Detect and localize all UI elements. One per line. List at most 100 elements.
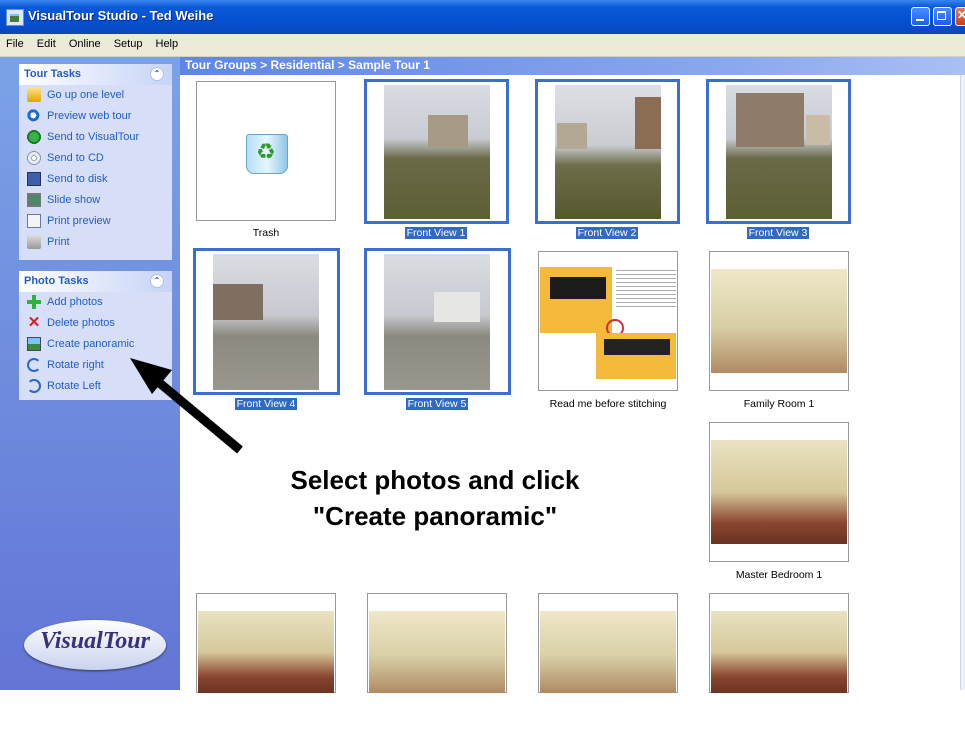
breadcrumb: Tour Groups > Residential > Sample Tour … xyxy=(185,58,430,72)
caption-front-view-3: Front View 3 xyxy=(746,227,810,239)
family-room-1-photo xyxy=(711,269,847,373)
task-preview-web-tour[interactable]: Preview web tour xyxy=(19,106,172,127)
room-c-photo xyxy=(540,611,676,693)
room-b-photo xyxy=(369,611,505,693)
disk-icon xyxy=(27,172,41,186)
up-folder-icon xyxy=(27,88,41,102)
thumbnail-family-room-1[interactable] xyxy=(709,251,849,391)
task-label: Send to CD xyxy=(47,152,104,164)
task-print[interactable]: Print xyxy=(19,232,172,253)
window-title: VisualTour Studio - Ted Weihe xyxy=(28,8,214,23)
front-view-2-photo xyxy=(555,85,661,219)
instruction-annotation: Select photos and click "Create panorami… xyxy=(230,462,640,534)
slideshow-icon xyxy=(27,193,41,207)
thumbnail-front-view-2[interactable] xyxy=(535,79,680,224)
readme-screenshot xyxy=(540,253,676,389)
thumbnail-master-bedroom-1[interactable] xyxy=(709,422,849,562)
collapse-chevron-icon[interactable]: ⌃ xyxy=(150,67,164,81)
print-preview-icon xyxy=(27,214,41,228)
annotation-line-2: "Create panoramic" xyxy=(312,501,558,531)
plus-icon xyxy=(27,295,41,309)
panorama-icon xyxy=(27,337,41,351)
menu-file[interactable]: File xyxy=(0,34,28,50)
thumbnail-room-d[interactable] xyxy=(709,593,849,693)
menu-help[interactable]: Help xyxy=(150,34,183,50)
vertical-scrollbar[interactable] xyxy=(960,75,965,690)
app-icon[interactable] xyxy=(6,9,24,26)
photo-grid: Trash Front View 1 Front View 2 Front Vi… xyxy=(180,75,960,693)
front-view-5-photo xyxy=(384,254,490,390)
title-bar: VisualTour Studio - Ted Weihe xyxy=(0,0,965,34)
logo-subtext: STUDIO 5 xyxy=(21,713,169,728)
thumbnail-front-view-3[interactable] xyxy=(706,79,851,224)
thumbnail-front-view-1[interactable] xyxy=(364,79,509,224)
task-label: Send to VisualTour xyxy=(47,131,140,143)
task-create-panoramic[interactable]: Create panoramic xyxy=(19,334,172,355)
task-print-preview[interactable]: Print preview xyxy=(19,211,172,232)
menu-setup[interactable]: Setup xyxy=(108,34,147,50)
task-sidebar: Tour Tasks ⌃ Go up one level Preview web… xyxy=(0,57,180,728)
caption-front-view-5: Front View 5 xyxy=(405,398,469,410)
thumbnail-front-view-5[interactable] xyxy=(364,248,511,395)
task-rotate-right[interactable]: Rotate right xyxy=(19,355,172,376)
tour-tasks-panel: Tour Tasks ⌃ Go up one level Preview web… xyxy=(19,64,172,260)
cd-icon xyxy=(27,151,41,165)
task-delete-photos[interactable]: ✕ Delete photos xyxy=(19,313,172,334)
task-label: Delete photos xyxy=(47,317,115,329)
photo-tasks-title: Photo Tasks xyxy=(24,275,89,287)
collapse-chevron-icon[interactable]: ⌃ xyxy=(150,274,164,288)
caption-front-view-4: Front View 4 xyxy=(234,398,298,410)
minimize-button[interactable] xyxy=(911,7,930,26)
task-label: Go up one level xyxy=(47,89,125,101)
task-label: Rotate right xyxy=(47,359,104,371)
close-button[interactable] xyxy=(955,7,965,26)
thumbnail-front-view-4[interactable] xyxy=(193,248,340,395)
rotate-right-icon xyxy=(27,358,41,372)
menu-edit[interactable]: Edit xyxy=(31,34,60,50)
photo-tasks-panel: Photo Tasks ⌃ Add photos ✕ Delete photos … xyxy=(19,271,172,400)
room-d-photo xyxy=(711,611,847,693)
task-add-photos[interactable]: Add photos xyxy=(19,292,172,313)
caption-front-view-2: Front View 2 xyxy=(575,227,639,239)
tour-tasks-title: Tour Tasks xyxy=(24,68,82,80)
caption-trash: Trash xyxy=(252,227,280,239)
menu-online[interactable]: Online xyxy=(63,34,105,50)
printer-icon xyxy=(27,235,41,249)
thumbnail-room-c[interactable] xyxy=(538,593,678,693)
rotate-left-icon xyxy=(27,379,41,393)
task-label: Create panoramic xyxy=(47,338,135,350)
task-label: Rotate Left xyxy=(47,380,101,392)
thumbnail-room-b[interactable] xyxy=(367,593,507,693)
visualtour-logo: VisualTour STUDIO 5 xyxy=(20,617,170,737)
task-label: Slide show xyxy=(47,194,101,206)
caption-family-room-1: Family Room 1 xyxy=(743,398,815,410)
task-label: Print xyxy=(47,236,70,248)
caption-front-view-1: Front View 1 xyxy=(404,227,468,239)
thumbnail-room-a[interactable] xyxy=(196,593,336,693)
task-send-to-cd[interactable]: Send to CD xyxy=(19,148,172,169)
task-label: Preview web tour xyxy=(47,110,132,122)
tour-tasks-header[interactable]: Tour Tasks ⌃ xyxy=(19,64,172,85)
task-send-to-disk[interactable]: Send to disk xyxy=(19,169,172,190)
photo-tasks-header[interactable]: Photo Tasks ⌃ xyxy=(19,271,172,292)
task-label: Print preview xyxy=(47,215,111,227)
caption-master-bedroom-1: Master Bedroom 1 xyxy=(735,569,823,581)
master-bedroom-1-photo xyxy=(711,440,847,544)
thumbnail-readme[interactable] xyxy=(538,251,678,391)
front-view-4-photo xyxy=(213,254,319,390)
globe-icon xyxy=(27,130,41,144)
maximize-button[interactable] xyxy=(933,7,952,26)
task-label: Send to disk xyxy=(47,173,108,185)
task-label: Add photos xyxy=(47,296,103,308)
thumbnail-trash[interactable] xyxy=(196,81,336,221)
task-slide-show[interactable]: Slide show xyxy=(19,190,172,211)
logo-text: VisualTour xyxy=(40,628,150,654)
front-view-1-photo xyxy=(384,85,490,219)
annotation-line-1: Select photos and click xyxy=(290,465,580,495)
preview-icon xyxy=(27,109,41,123)
room-a-photo xyxy=(198,611,334,693)
breadcrumb-bar: Tour Groups > Residential > Sample Tour … xyxy=(180,57,965,75)
task-rotate-left[interactable]: Rotate Left xyxy=(19,376,172,397)
task-send-to-visualtour[interactable]: Send to VisualTour xyxy=(19,127,172,148)
task-go-up[interactable]: Go up one level xyxy=(19,85,172,106)
